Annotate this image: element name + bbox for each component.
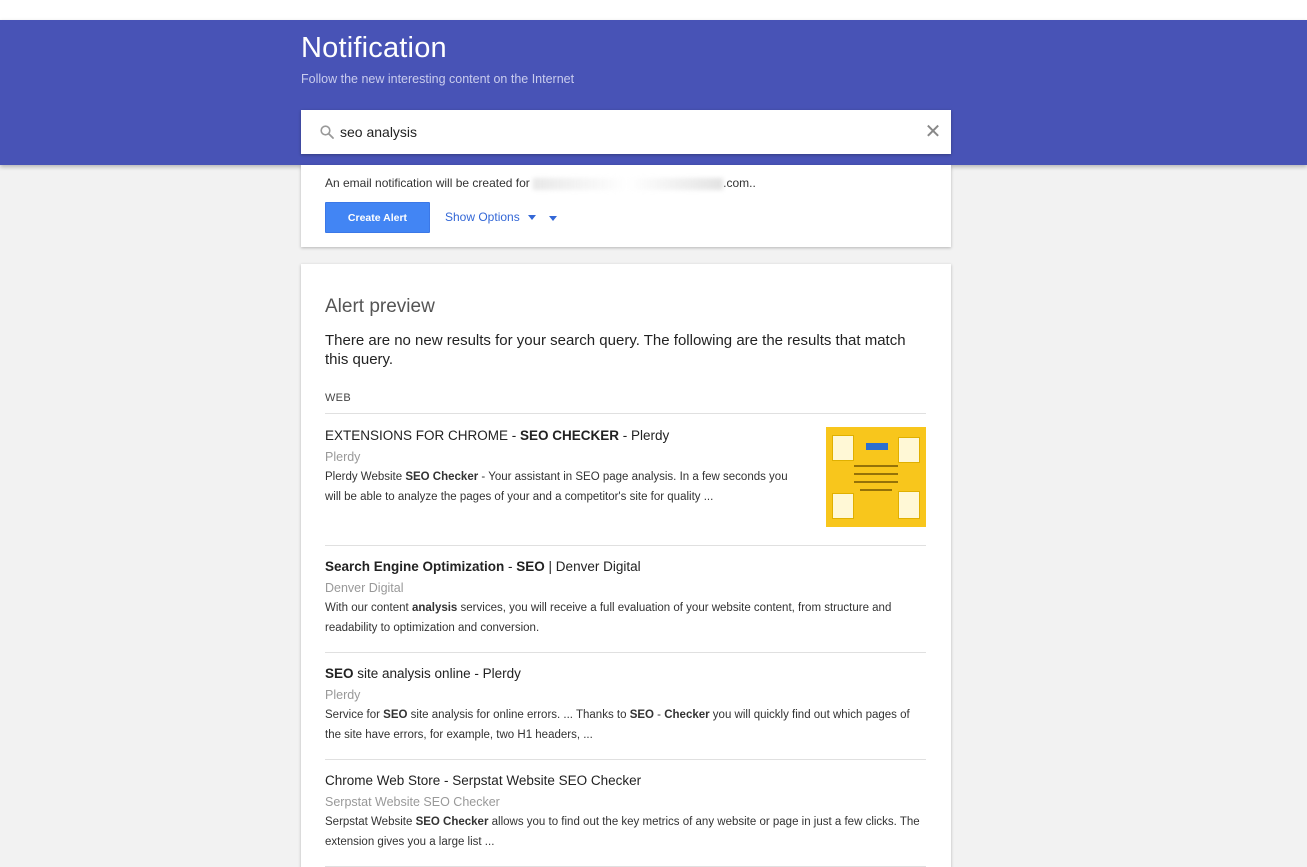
search-bar: ✕	[301, 110, 951, 154]
snippet-text: -	[653, 709, 665, 721]
result-item: EXTENSIONS FOR CHROME - SEO CHECKER - Pl…	[325, 427, 926, 546]
result-snippet: Serpstat Website SEO Checker allows you …	[325, 812, 926, 852]
result-item: SEO site analysis online - Plerdy Plerdy…	[325, 665, 926, 760]
chevron-down-icon	[527, 215, 536, 221]
title-text: Chrome Web Store - Serpstat Website SEO …	[325, 773, 642, 788]
result-source: Serpstat Website SEO Checker	[325, 795, 500, 809]
thumb-panel	[832, 493, 854, 519]
snippet-highlight: SEO	[629, 709, 654, 721]
dropdown-arrow-icon[interactable]	[549, 216, 557, 221]
result-title[interactable]: SEO site analysis online - Plerdy	[325, 665, 926, 683]
result-title[interactable]: EXTENSIONS FOR CHROME - SEO CHECKER - Pl…	[325, 427, 795, 445]
result-item: Chrome Web Store - Serpstat Website SEO …	[325, 772, 926, 867]
divider	[325, 413, 926, 414]
thumb-line	[854, 465, 898, 467]
search-input[interactable]	[340, 120, 900, 144]
snippet-text: Serpstat Website	[325, 816, 416, 828]
snippet-text: Plerdy Website	[325, 471, 406, 483]
section-label-web: WEB	[325, 392, 351, 404]
snippet-text: site analysis for online errors. ... Tha…	[407, 709, 630, 721]
redacted-email	[533, 177, 724, 190]
title-highlight: SEO CHECKER	[520, 428, 620, 443]
snippet-highlight: analysis	[411, 602, 458, 614]
snippet-highlight: SEO Checker	[405, 471, 479, 483]
result-snippet: Plerdy Website SEO Checker - Your assist…	[325, 467, 800, 507]
alert-preview-card: Alert preview There are no new results f…	[301, 264, 951, 867]
result-thumbnail[interactable]	[826, 427, 926, 527]
title-text: site analysis online - Plerdy	[353, 666, 521, 681]
create-alert-button[interactable]: Create Alert	[325, 202, 430, 233]
thumb-line	[854, 473, 898, 475]
result-item: Search Engine Optimization - SEO | Denve…	[325, 558, 926, 653]
app-header: Notification Follow the new interesting …	[0, 20, 1307, 165]
title-highlight: Search Engine Optimization	[325, 559, 505, 574]
close-icon[interactable]: ✕	[923, 122, 943, 142]
page-title: Notification	[301, 32, 447, 64]
snippet-highlight: Checker	[664, 709, 710, 721]
result-title[interactable]: Search Engine Optimization - SEO | Denve…	[325, 558, 926, 576]
alert-form-card: An email notification will be created fo…	[301, 165, 951, 247]
email-notification-note: An email notification will be created fo…	[325, 176, 756, 190]
divider	[325, 759, 926, 760]
preview-message: There are no new results for your search…	[325, 332, 906, 368]
result-snippet: With our content analysis services, you …	[325, 598, 926, 638]
thumb-panel	[898, 491, 920, 519]
result-snippet: Service for SEO site analysis for online…	[325, 705, 926, 745]
title-text: | Denver Digital	[544, 559, 641, 574]
divider	[325, 545, 926, 546]
thumb-panel	[832, 435, 854, 461]
show-options-label: Show Options	[445, 210, 520, 224]
title-highlight: SEO	[516, 559, 545, 574]
search-icon	[320, 125, 334, 139]
preview-title: Alert preview	[325, 296, 435, 317]
snippet-highlight: SEO Checker	[415, 816, 489, 828]
snippet-text: With our content	[325, 602, 412, 614]
title-text: EXTENSIONS FOR CHROME -	[325, 428, 521, 443]
email-note-prefix: An email notification will be created fo…	[325, 176, 530, 190]
snippet-highlight: SEO	[383, 709, 408, 721]
divider	[325, 652, 926, 653]
email-note-suffix: .com..	[723, 176, 756, 190]
title-text: -	[504, 559, 517, 574]
thumb-line	[860, 489, 892, 491]
thumb-panel	[898, 437, 920, 463]
title-highlight: SEO	[325, 666, 354, 681]
page-subtitle: Follow the new interesting content on th…	[301, 72, 575, 86]
result-source: Denver Digital	[325, 581, 404, 595]
top-strip	[0, 0, 1307, 20]
result-title[interactable]: Chrome Web Store - Serpstat Website SEO …	[325, 772, 926, 790]
thumb-logo	[866, 443, 888, 450]
show-options-link[interactable]: Show Options	[445, 210, 536, 224]
thumb-line	[854, 481, 898, 483]
snippet-text: Service for	[325, 709, 384, 721]
title-text: - Plerdy	[619, 428, 670, 443]
result-source: Plerdy	[325, 688, 361, 702]
